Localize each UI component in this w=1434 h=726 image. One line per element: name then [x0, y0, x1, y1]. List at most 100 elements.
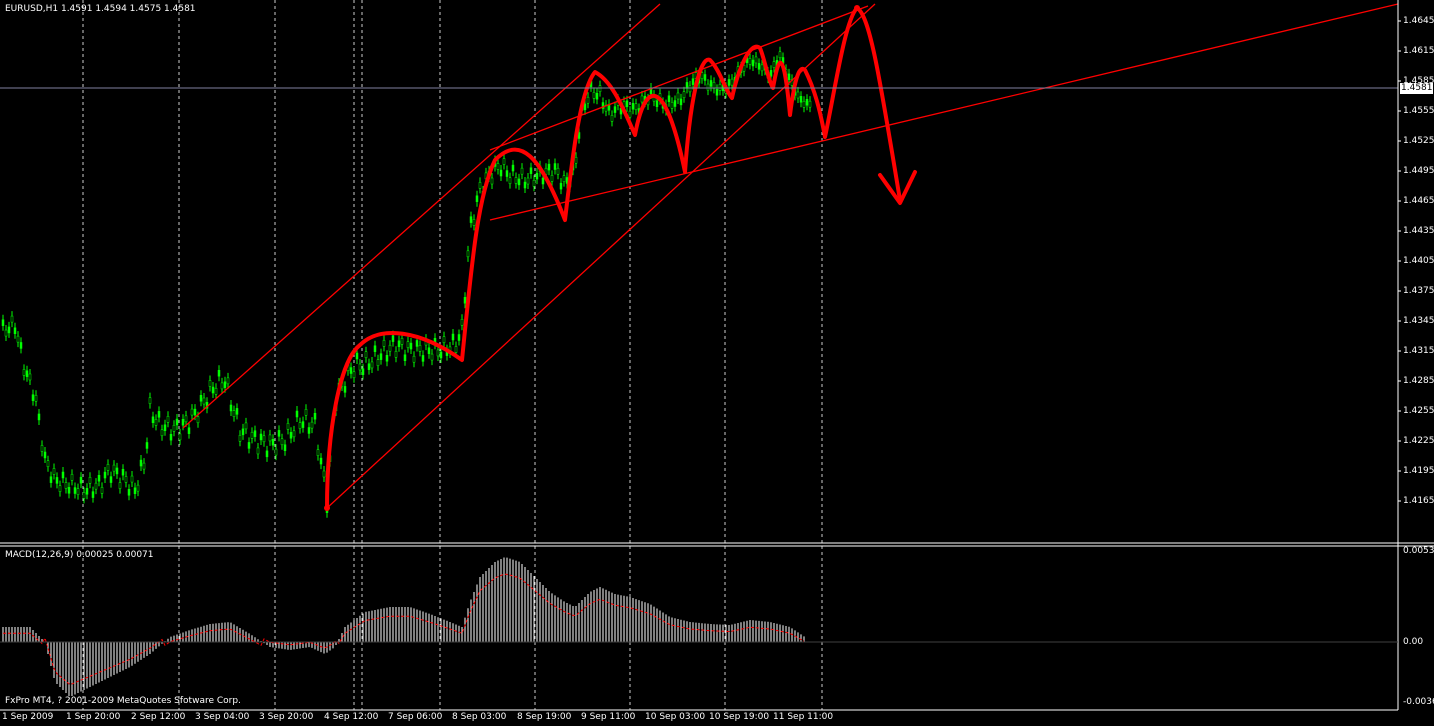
current-price-tag: 1.4581 — [1400, 83, 1433, 94]
candle-body — [520, 167, 524, 175]
candle-body — [10, 315, 14, 323]
candle-body — [211, 386, 215, 394]
candle-body — [46, 460, 50, 467]
candle-body — [583, 103, 587, 111]
candle-body — [391, 335, 395, 342]
candle-body — [37, 413, 41, 421]
candle-body — [34, 395, 38, 402]
price-label: 1.4555 — [1403, 106, 1434, 116]
candle-body — [478, 182, 482, 189]
candle-body — [232, 410, 236, 417]
candle-body — [715, 89, 719, 96]
candle-body — [280, 438, 284, 446]
candle-body — [73, 487, 77, 494]
candle-body — [502, 158, 506, 165]
candle-body — [706, 83, 710, 91]
candle-body — [286, 423, 290, 430]
price-label: 1.4285 — [1403, 376, 1434, 386]
candle-body — [553, 163, 557, 170]
candle-body — [130, 475, 134, 483]
pattern-peak-dot — [854, 5, 860, 11]
channel-lower-line[interactable] — [326, 3, 876, 509]
candle-body — [769, 70, 773, 77]
candle-body — [403, 354, 407, 361]
candle-body — [490, 177, 494, 185]
candle-body — [703, 74, 707, 81]
candle-body — [532, 180, 536, 187]
candle-body — [112, 464, 116, 472]
candle-body — [49, 476, 53, 483]
candle-body — [127, 489, 131, 496]
price-label: 1.4345 — [1403, 316, 1434, 326]
candle-body — [268, 434, 272, 442]
price-label: 1.4405 — [1403, 256, 1434, 266]
time-label: 4 Sep 12:00 — [324, 712, 379, 722]
candle-body — [139, 459, 143, 467]
channel-upper-line[interactable] — [182, 3, 661, 429]
wave-pattern-drawing[interactable] — [325, 6, 902, 510]
macd-info: MACD(12,26,9) 0.00025 0.00071 — [5, 550, 154, 560]
candle-body — [688, 85, 692, 93]
time-label: 8 Sep 03:00 — [452, 712, 507, 722]
candle-body — [679, 98, 683, 106]
candle-body — [292, 430, 296, 438]
candle-body — [517, 178, 521, 186]
candle-body — [460, 318, 464, 326]
wedge-upper-line[interactable] — [489, 5, 869, 151]
candle-body — [307, 427, 311, 434]
candle-body — [598, 85, 602, 92]
candle-body — [730, 78, 734, 86]
price-label: 1.4525 — [1403, 136, 1434, 146]
candle-body — [436, 349, 440, 357]
candle-body — [673, 100, 677, 107]
candle-body — [805, 99, 809, 106]
candle-body — [640, 95, 644, 103]
candle-body — [94, 482, 98, 490]
candle-body — [175, 418, 179, 426]
macd-label: -0.00364 — [1403, 697, 1434, 707]
candle-body — [253, 430, 257, 437]
candle-body — [265, 450, 269, 458]
candle-body — [685, 82, 689, 89]
candle-body — [526, 177, 530, 185]
candle-body — [439, 351, 443, 359]
candle-body — [79, 476, 83, 484]
candle-body — [691, 78, 695, 85]
candle-body — [157, 411, 161, 418]
candle-body — [166, 416, 170, 423]
candle-body — [256, 447, 260, 455]
time-label: 10 Sep 03:00 — [645, 712, 706, 722]
macd-histogram — [2, 557, 805, 696]
candle-body — [454, 346, 458, 353]
time-label: 2 Sep 12:00 — [131, 712, 186, 722]
candle-body — [352, 371, 356, 379]
time-label: 1 Sep 2009 — [2, 712, 54, 722]
candle-body — [394, 351, 398, 358]
candle-body — [202, 397, 206, 405]
candle-body — [151, 416, 155, 424]
candle-body — [787, 73, 791, 81]
candle-body — [322, 470, 326, 478]
candle-body — [124, 476, 128, 483]
candle-body — [709, 80, 713, 87]
candle-body — [259, 433, 263, 441]
candle-body — [586, 96, 590, 104]
candle-body — [595, 92, 599, 100]
candle-body — [343, 386, 347, 393]
price-label: 1.4645 — [1403, 16, 1434, 26]
candle-body — [319, 457, 323, 465]
trendlines[interactable] — [182, 3, 1399, 509]
candle-body — [475, 195, 479, 202]
candle-body — [682, 91, 686, 98]
candle-body — [415, 340, 419, 347]
candle-body — [727, 79, 731, 86]
candle-body — [262, 435, 266, 443]
candle-body — [70, 474, 74, 481]
candle-body — [409, 342, 413, 350]
pattern-start-dot — [324, 505, 330, 511]
chart-canvas[interactable] — [0, 0, 1434, 726]
candle-body — [559, 182, 563, 190]
candle-body — [103, 471, 107, 479]
candle-body — [313, 412, 317, 420]
candle-body — [283, 444, 287, 451]
